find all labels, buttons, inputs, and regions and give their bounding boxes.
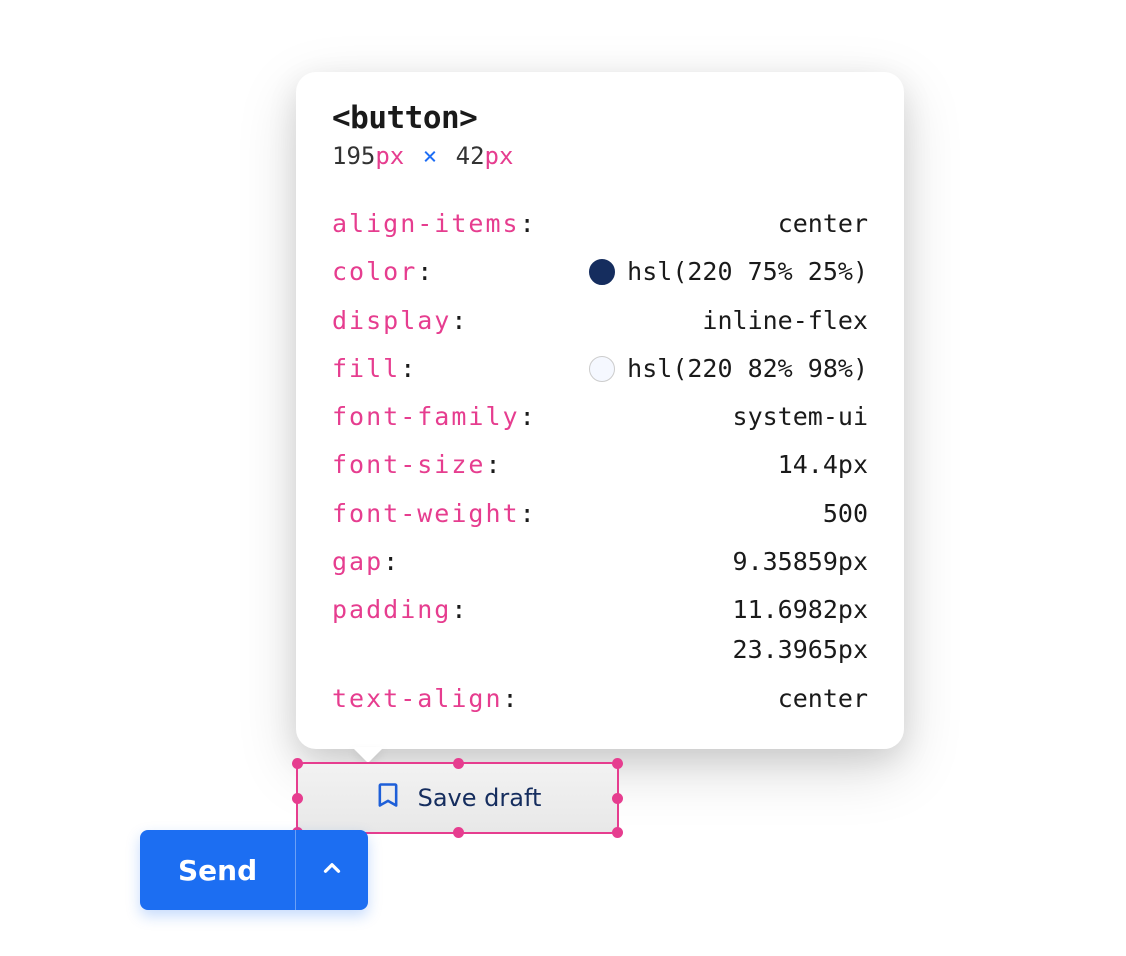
selection-handle-icon[interactable]: [612, 827, 623, 838]
css-prop-padding: padding: 11.6982px 23.3965px: [332, 592, 868, 669]
dim-separator: ×: [423, 142, 437, 170]
inspected-dimensions: 195px × 42px: [332, 142, 868, 170]
save-draft-button[interactable]: Save draft: [296, 762, 619, 834]
dim-width-unit: px: [375, 142, 404, 170]
selection-handle-icon[interactable]: [292, 758, 303, 769]
send-button-group: Send: [140, 830, 368, 910]
send-button[interactable]: Send: [140, 830, 295, 910]
css-prop-font-size: font-size: 14.4px: [332, 447, 868, 483]
dim-width: 195: [332, 142, 375, 170]
css-prop-gap: gap: 9.35859px: [332, 544, 868, 580]
css-property-list: align-items: center color: hsl(220 75% 2…: [332, 206, 868, 717]
selection-handle-icon[interactable]: [612, 793, 623, 804]
send-label: Send: [178, 854, 257, 887]
dim-height-unit: px: [485, 142, 514, 170]
send-dropdown-toggle[interactable]: [296, 830, 368, 910]
css-prop-align-items: align-items: center: [332, 206, 868, 242]
css-prop-text-align: text-align: center: [332, 681, 868, 717]
color-swatch-icon: [589, 356, 615, 382]
save-draft-label: Save draft: [418, 784, 542, 812]
selection-handle-icon[interactable]: [612, 758, 623, 769]
css-prop-font-family: font-family: system-ui: [332, 399, 868, 435]
selection-handle-icon[interactable]: [292, 793, 303, 804]
chevron-up-icon: [319, 855, 345, 885]
css-prop-display: display: inline-flex: [332, 303, 868, 339]
bookmark-icon: [374, 781, 402, 815]
inspected-element-tag: <button>: [332, 100, 868, 136]
css-prop-color: color: hsl(220 75% 25%): [332, 254, 868, 290]
dim-height: 42: [456, 142, 485, 170]
color-swatch-icon: [589, 259, 615, 285]
selection-handle-icon[interactable]: [453, 827, 464, 838]
inspector-tooltip: <button> 195px × 42px align-items: cente…: [296, 72, 904, 749]
css-prop-font-weight: font-weight: 500: [332, 496, 868, 532]
tooltip-arrow-icon: [352, 747, 384, 763]
css-prop-fill: fill: hsl(220 82% 98%): [332, 351, 868, 387]
selection-handle-icon[interactable]: [453, 758, 464, 769]
